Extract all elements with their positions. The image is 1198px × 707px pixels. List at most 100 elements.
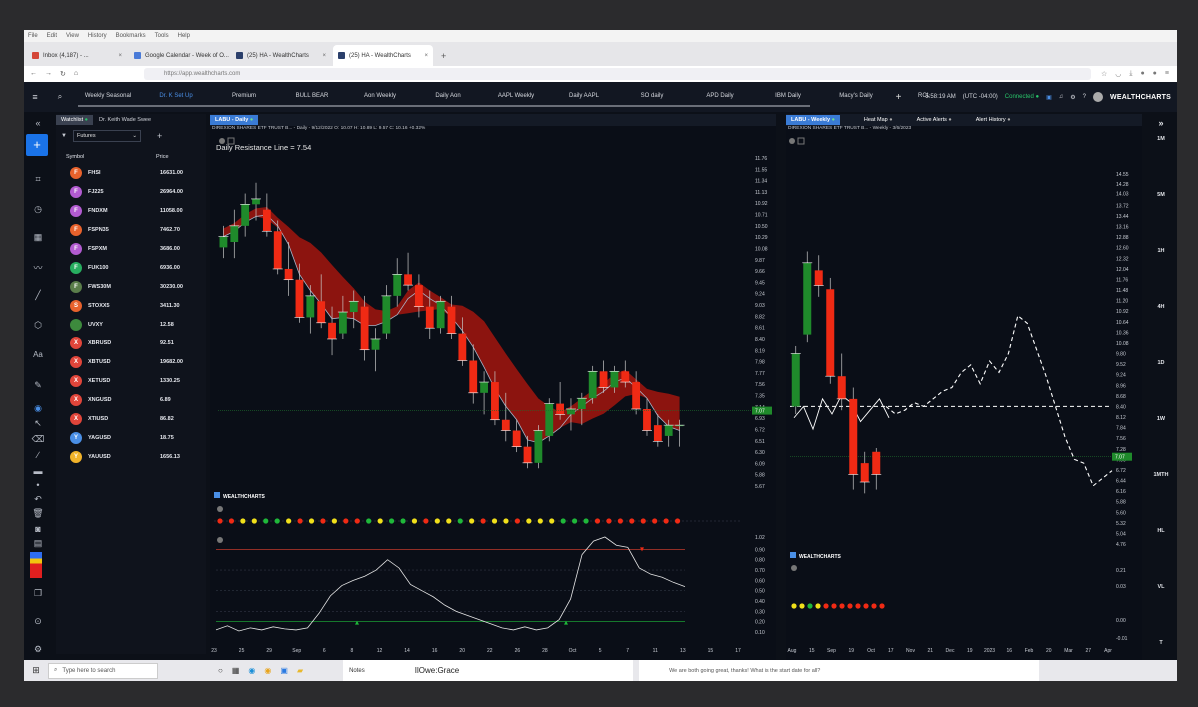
menu-item[interactable]: Edit	[47, 33, 57, 39]
candle-body[interactable]	[826, 289, 835, 377]
menu-item[interactable]: History	[88, 33, 107, 39]
extension-icon[interactable]: ●	[1140, 70, 1144, 78]
column-price[interactable]: Price	[156, 154, 169, 160]
trend-icon[interactable]: 〰	[28, 261, 48, 274]
menu-item[interactable]: Bookmarks	[116, 33, 146, 39]
reload-icon[interactable]: ↻	[60, 70, 66, 78]
candle-body[interactable]	[632, 382, 641, 409]
camera-icon[interactable]: ◙	[28, 524, 48, 534]
task-view-icon[interactable]: ○	[218, 666, 223, 675]
forward-icon[interactable]: →	[45, 70, 52, 78]
candle-body[interactable]	[469, 360, 478, 393]
windows-start-icon[interactable]: ⊞	[24, 665, 48, 676]
help-icon[interactable]: ?	[1083, 94, 1086, 100]
candle-body[interactable]	[273, 231, 282, 269]
bell-icon[interactable]: ♫	[1059, 94, 1064, 100]
watchlist-select[interactable]: Futures ⌄	[72, 130, 141, 142]
candle-body[interactable]	[523, 446, 532, 463]
layers-icon[interactable]: ❐	[28, 588, 48, 599]
close-icon[interactable]: ×	[322, 53, 326, 59]
candle-body[interactable]	[567, 408, 575, 415]
trash-icon[interactable]: 🗑	[28, 508, 48, 519]
weekly-chart-canvas[interactable]: 14.55 14.28 14.03 13.72 13.44 13.16 12.88 12.60…	[786, 114, 1142, 660]
candle-body[interactable]	[241, 204, 250, 226]
timeframe-button[interactable]: 1M	[1145, 136, 1177, 142]
timeframe-button[interactable]: 1H	[1145, 248, 1177, 254]
candle-body[interactable]	[791, 353, 800, 407]
tab-dr-keith[interactable]: Dr. Keith Wade Swee	[93, 115, 157, 125]
menu-item[interactable]: File	[28, 33, 38, 39]
notes-window[interactable]: Notes IlOwe:Grace	[343, 660, 634, 681]
timeframe-button[interactable]: 1W	[1145, 416, 1177, 422]
candle-body[interactable]	[230, 225, 239, 243]
candle-body[interactable]	[262, 209, 271, 232]
save-icon[interactable]: ▣	[1046, 94, 1052, 101]
candle-body[interactable]	[393, 274, 402, 296]
layout-tab[interactable]: Daily Aon	[414, 93, 482, 101]
settings-icon[interactable]	[219, 138, 225, 144]
calendar-icon[interactable]: ▦	[28, 232, 48, 243]
close-icon[interactable]: ×	[424, 53, 428, 59]
candle-body[interactable]	[360, 306, 369, 350]
search-icon[interactable]: ⌕	[46, 92, 74, 102]
explorer-icon[interactable]: ▰	[297, 666, 303, 675]
candle-body[interactable]	[872, 451, 881, 475]
timeframe-button[interactable]: 1MTH	[1145, 472, 1177, 478]
bookmark-star-icon[interactable]: ☆	[1101, 70, 1107, 78]
indicator-settings-icon[interactable]	[217, 506, 223, 512]
candle-body[interactable]	[415, 285, 423, 307]
line-tool-icon[interactable]: ╱	[28, 290, 48, 301]
timeframe-button[interactable]: 4H	[1145, 304, 1177, 310]
menu-item[interactable]: View	[66, 33, 79, 39]
shapes-icon[interactable]: ⬡	[28, 320, 48, 331]
target-icon[interactable]: ⊙	[28, 616, 48, 627]
layout-tab[interactable]: Macy's Daily	[822, 93, 890, 101]
indicator-settings-icon[interactable]	[791, 565, 797, 571]
watchlist-row[interactable]: F FJ225 26964.00	[56, 183, 206, 202]
browser-tab-active[interactable]: (25) HA - WealthCharts ×	[333, 45, 433, 66]
gear-icon[interactable]: ⚙	[1070, 94, 1075, 101]
column-symbol[interactable]: Symbol	[66, 154, 156, 160]
candle-body[interactable]	[480, 382, 488, 393]
add-indicator-icon[interactable]	[227, 137, 235, 145]
url-field[interactable]: https://app.wealthcharts.com	[144, 68, 1091, 80]
timeframe-button[interactable]: T	[1145, 640, 1177, 646]
watchlist-row[interactable]: F FSPN35 7462.70	[56, 221, 206, 240]
extension-icon[interactable]: ●	[1153, 70, 1157, 78]
watchlist-row[interactable]: F FHSI 16631.00	[56, 164, 206, 183]
menu-item[interactable]: Help	[178, 33, 190, 39]
close-icon[interactable]: ×	[118, 53, 122, 59]
watchlist-row[interactable]: F FUK100 6936.00	[56, 258, 206, 277]
watchlist-row[interactable]: S STOXX5 3411.30	[56, 296, 206, 315]
candle-body[interactable]	[512, 430, 521, 447]
layout-tab[interactable]: APD Daily	[686, 93, 754, 101]
watchlist-row[interactable]: X XBRUSD 92.51	[56, 334, 206, 353]
candle-body[interactable]	[436, 301, 445, 329]
watchlist-row[interactable]: Y YAUUSD 1656.13	[56, 447, 206, 466]
candle-body[interactable]	[860, 463, 869, 483]
oscillator-settings-icon[interactable]	[217, 537, 223, 543]
timeframe-button[interactable]: HL	[1145, 528, 1177, 534]
candle-body[interactable]	[252, 198, 260, 205]
avatar[interactable]	[1093, 92, 1104, 102]
chrome-icon[interactable]: ◉	[264, 666, 271, 675]
menu-icon[interactable]: ≡	[1165, 70, 1169, 78]
layout-tab[interactable]: AAPL Weekly	[482, 93, 550, 101]
add-symbol-icon[interactable]: +	[157, 131, 162, 141]
candle-body[interactable]	[621, 371, 630, 383]
browser-tab[interactable]: (25) HA - WealthCharts ×	[231, 45, 331, 66]
watchlist-row[interactable]: F FSPXM 3686.00	[56, 240, 206, 259]
candle-body[interactable]	[219, 236, 228, 248]
clipboard-icon[interactable]: ▤	[28, 538, 48, 549]
candle-body[interactable]	[425, 306, 434, 329]
browser-tab[interactable]: Inbox (4,187) - ... ×	[27, 45, 127, 66]
candle-body[interactable]	[803, 262, 812, 335]
candle-body[interactable]	[664, 425, 673, 436]
candle-body[interactable]	[349, 301, 358, 313]
candle-body[interactable]	[458, 333, 467, 361]
candle-body[interactable]	[610, 371, 619, 388]
collapse-icon[interactable]: «	[28, 118, 48, 128]
layout-tab[interactable]: Premium	[210, 93, 278, 101]
tabs-scrollbar[interactable]	[78, 105, 810, 107]
home-icon[interactable]: ⌂	[74, 70, 78, 78]
